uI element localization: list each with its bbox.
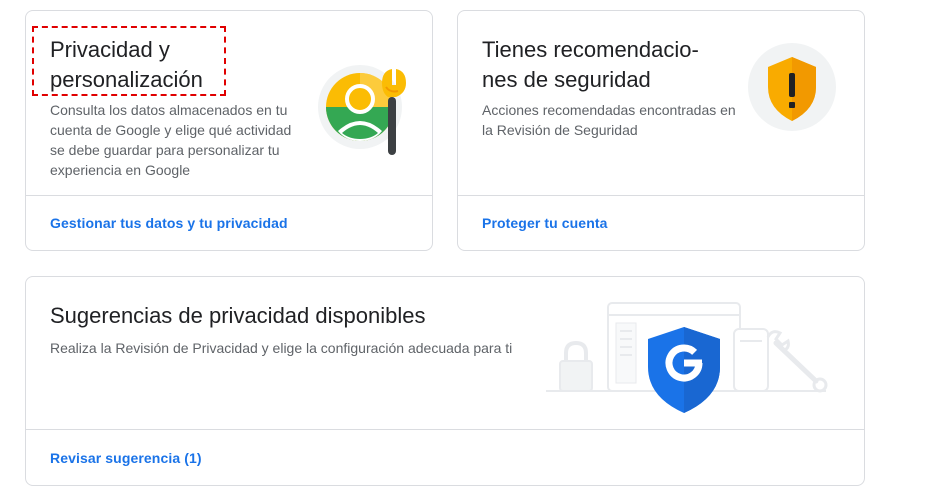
privacy-avatar-wrench-icon (316, 59, 416, 169)
privacy-card: Privacidad y personalización Consulta lo… (25, 10, 433, 251)
privacy-suggestions-card: Sugerencias de privacidad disponibles Re… (25, 276, 865, 486)
security-card-description: Acciones recomendadas encontradas en la … (482, 102, 736, 138)
privacy-card-title: Privacidad y personalización (50, 37, 203, 92)
suggestions-card-title: Sugerencias de privacidad disponibles (50, 303, 426, 328)
review-suggestion-link[interactable]: Revisar sugerencia (1) (50, 450, 202, 466)
privacy-card-description: Consulta los datos almacenados en tu cue… (50, 102, 292, 178)
security-card: Tienes recomendacio­nes de seguridad Acc… (457, 10, 865, 251)
google-shield-devices-icon (536, 297, 836, 415)
privacy-card-divider (26, 195, 432, 196)
protect-account-link[interactable]: Proteger tu cuenta (482, 215, 608, 231)
suggestions-card-description: Realiza la Revisión de Privacidad y elig… (50, 340, 513, 356)
security-card-divider (458, 195, 864, 196)
manage-data-privacy-link[interactable]: Gestionar tus datos y tu privacidad (50, 215, 288, 231)
suggestions-card-divider (26, 429, 864, 430)
warning-shield-icon (746, 41, 838, 133)
security-card-title: Tienes recomendacio­nes de seguridad (482, 37, 699, 92)
